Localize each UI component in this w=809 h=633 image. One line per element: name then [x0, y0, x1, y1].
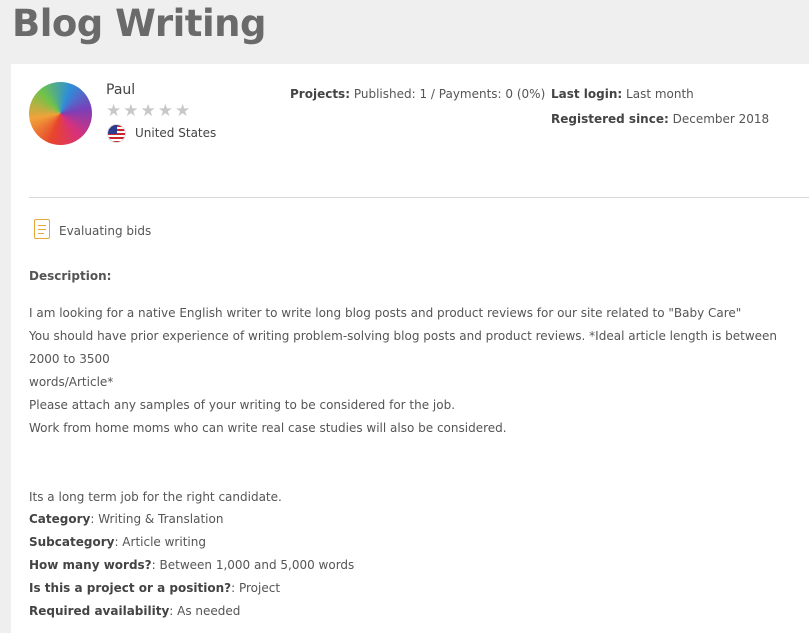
document-icon: [34, 219, 50, 239]
owner-name[interactable]: Paul: [106, 82, 135, 98]
detail-label: Category: [29, 512, 91, 526]
owner-country: United States: [135, 126, 217, 140]
detail-availability: Required availability: As needed: [29, 604, 241, 618]
description-body: I am looking for a native English writer…: [29, 302, 804, 509]
projects-label: Projects:: [290, 87, 350, 101]
projects-value: Published: 1 / Payments: 0 (0%): [353, 87, 546, 101]
star-icon: ★: [157, 101, 173, 121]
detail-value: As needed: [177, 604, 241, 618]
description-line: words/Article*: [29, 375, 114, 389]
detail-value: Writing & Translation: [98, 512, 224, 526]
us-flag-icon: [107, 124, 126, 143]
last-login-value: Last month: [626, 87, 694, 101]
detail-value: Article writing: [122, 535, 206, 549]
detail-value: Between 1,000 and 5,000 words: [159, 558, 355, 572]
page-title: Blog Writing: [12, 2, 266, 45]
detail-label: Is this a project or a position?: [29, 581, 232, 595]
project-details: Category: Writing & Translation Subcateg…: [29, 508, 354, 623]
description-line: Please attach any samples of your writin…: [29, 398, 456, 412]
last-login-stat: Last login: Last month: [551, 87, 694, 101]
projects-stat: Projects: Published: 1 / Payments: 0 (0%…: [290, 87, 545, 101]
detail-value: Project: [238, 581, 281, 595]
description-line: Its a long term job for the right candid…: [29, 490, 282, 504]
registered-stat: Registered since: December 2018: [551, 112, 769, 126]
detail-project-type: Is this a project or a position?: Projec…: [29, 581, 281, 595]
detail-category: Category: Writing & Translation: [29, 512, 224, 526]
star-icon: ★: [106, 101, 122, 121]
detail-subcategory: Subcategory: Article writing: [29, 535, 206, 549]
star-icon: ★: [140, 101, 156, 121]
registered-value: December 2018: [672, 112, 770, 126]
avatar[interactable]: [29, 82, 92, 145]
description-label: Description:: [29, 269, 112, 283]
project-card: Paul ★ ★ ★ ★ ★ United States Projects: Publi…: [11, 64, 809, 633]
detail-label: Required availability: [29, 604, 170, 618]
star-icon: ★: [175, 101, 191, 121]
description-line: I am looking for a native English writer…: [29, 306, 742, 320]
last-login-label: Last login:: [551, 87, 623, 101]
divider: [29, 197, 809, 198]
description-line: Work from home moms who can write real c…: [29, 421, 507, 435]
star-icon: ★: [123, 101, 139, 121]
description-line: [29, 440, 804, 463]
description-line: [29, 463, 804, 486]
status-text: Evaluating bids: [59, 224, 152, 238]
rating-stars: ★ ★ ★ ★ ★: [106, 102, 190, 120]
description-line: You should have prior experience of writ…: [29, 329, 778, 366]
detail-label: How many words?: [29, 558, 152, 572]
detail-label: Subcategory: [29, 535, 115, 549]
registered-label: Registered since:: [551, 112, 669, 126]
detail-word-count: How many words?: Between 1,000 and 5,000…: [29, 558, 355, 572]
